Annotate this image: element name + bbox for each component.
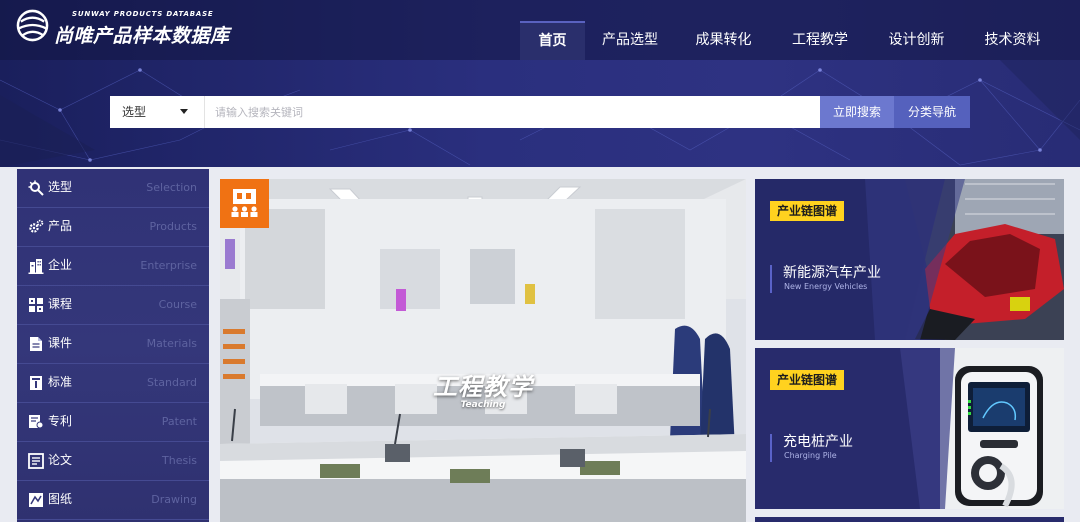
sidebar-item-label: 课件 — [48, 336, 73, 350]
gear-magnifier-icon — [28, 180, 44, 196]
sidebar-item-en-label: Materials — [146, 337, 197, 350]
document-icon — [30, 337, 42, 351]
sidebar-item-course[interactable]: 课程 Course — [17, 286, 209, 325]
sidebar-item-label: 选型 — [48, 180, 73, 194]
book-icon — [30, 376, 42, 390]
accent-bar — [770, 434, 772, 462]
sidebar-item-en-label: Standard — [146, 376, 197, 389]
search-button[interactable]: 立即搜索 — [820, 96, 894, 128]
grid-course-icon — [29, 298, 43, 312]
category-nav-button[interactable]: 分类导航 — [894, 96, 970, 128]
site-logo[interactable]: SUNWAY PRODUCTS DATABASE 尚唯产品样本数据库 — [16, 8, 256, 48]
sidebar-item-en-label: Products — [149, 220, 198, 233]
sidebar-item-en-label: Enterprise — [140, 259, 197, 272]
drawing-icon — [29, 493, 43, 507]
classroom-icon — [220, 179, 269, 228]
sidebar-item-thesis[interactable]: 论文 Thesis — [17, 442, 209, 481]
banner-title: 工程教学 — [433, 373, 533, 401]
sidebar-item-en-label: Drawing — [151, 493, 197, 506]
sidebar-item-label: 专利 — [48, 414, 73, 428]
industry-chain-tag: 产业链图谱 — [770, 201, 845, 221]
gears-icon — [29, 219, 44, 233]
sidebar-item-label: 产品 — [48, 219, 73, 233]
category-sidebar: 选型 Selection 产品 Products 企业 Enterprise 课… — [17, 169, 209, 522]
sidebar-item-en-label: Selection — [146, 181, 197, 194]
banner-subtitle: Teaching — [460, 400, 506, 410]
search-type-select[interactable]: 选型 — [110, 96, 205, 128]
card-charging-pile[interactable]: 产业链图谱 充电桩产业 Charging Pile — [755, 348, 1064, 509]
industry-chain-tag: 产业链图谱 — [770, 370, 845, 390]
nav-home[interactable]: 首页 — [520, 21, 585, 60]
sidebar-item-drawing[interactable]: 图纸 Drawing — [17, 481, 209, 520]
search-bar: 选型 立即搜索 分类导航 — [110, 96, 970, 128]
paper-icon — [28, 453, 44, 469]
accent-bar — [770, 265, 772, 293]
card-partial[interactable] — [755, 517, 1064, 522]
sidebar-item-label: 图纸 — [48, 492, 73, 506]
sidebar-item-selection[interactable]: 选型 Selection — [17, 169, 209, 208]
building-icon — [28, 259, 44, 274]
sidebar-item-enterprise[interactable]: 企业 Enterprise — [17, 247, 209, 286]
card-subtitle: New Energy Vehicles — [784, 282, 868, 291]
nav-achievement-transfer[interactable]: 成果转化 — [675, 21, 772, 60]
search-type-value: 选型 — [122, 105, 147, 119]
card-title: 新能源汽车产业 — [783, 265, 881, 281]
sidebar-item-standard[interactable]: 标准 Standard — [17, 364, 209, 403]
card-new-energy-vehicles[interactable]: 产业链图谱 新能源汽车产业 New Energy Vehicles — [755, 179, 1064, 340]
engineering-teaching-banner[interactable]: 工程教学 Teaching — [220, 179, 746, 522]
search-input[interactable] — [205, 96, 820, 128]
sidebar-item-label: 论文 — [48, 453, 73, 467]
chevron-down-icon — [180, 109, 188, 114]
card-title: 充电桩产业 — [783, 434, 853, 450]
certificate-icon — [29, 415, 44, 429]
nav-engineering-teaching[interactable]: 工程教学 — [772, 21, 868, 60]
sidebar-item-en-label: Patent — [161, 415, 197, 428]
main-nav: 首页 产品选型 成果转化 工程教学 设计创新 技术资料 — [520, 21, 1060, 60]
sidebar-item-label: 课程 — [48, 297, 73, 311]
site-header: SUNWAY PRODUCTS DATABASE 尚唯产品样本数据库 首页 产品… — [0, 0, 1080, 167]
card-subtitle: Charging Pile — [784, 451, 837, 460]
lab-photo — [220, 179, 746, 522]
sidebar-item-label: 标准 — [48, 375, 73, 389]
nav-design-innovation[interactable]: 设计创新 — [868, 21, 965, 60]
nav-technical-docs[interactable]: 技术资料 — [965, 21, 1060, 60]
logo-title: 尚唯产品样本数据库 — [54, 25, 230, 47]
logo-subtitle: SUNWAY PRODUCTS DATABASE — [72, 10, 214, 18]
nav-product-selection[interactable]: 产品选型 — [585, 21, 675, 60]
globe-icon — [16, 9, 49, 42]
sidebar-item-en-label: Course — [158, 298, 197, 311]
sidebar-item-en-label: Thesis — [162, 454, 197, 467]
sidebar-item-label: 企业 — [48, 258, 73, 272]
sidebar-item-products[interactable]: 产品 Products — [17, 208, 209, 247]
sidebar-item-materials[interactable]: 课件 Materials — [17, 325, 209, 364]
sidebar-item-patent[interactable]: 专利 Patent — [17, 403, 209, 442]
